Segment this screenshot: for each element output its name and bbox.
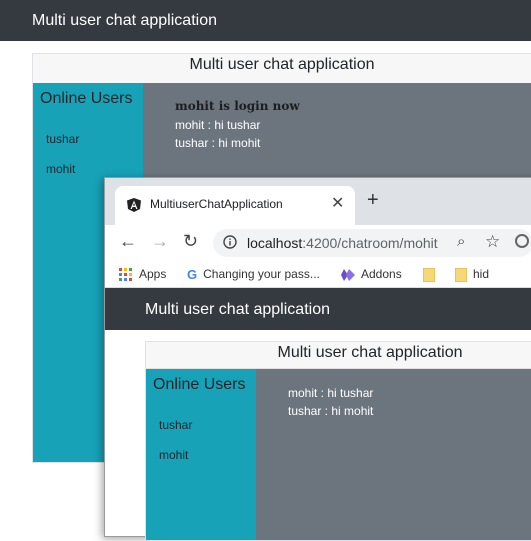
tab-title: MultiuserChatApplication — [150, 197, 283, 211]
card-header: Multi user chat application — [33, 54, 531, 84]
info-icon[interactable] — [223, 235, 237, 249]
chat-message: tushar : hi mohit — [175, 136, 261, 150]
extension-icon[interactable] — [515, 234, 529, 248]
url-text[interactable]: localhost:4200/chatroom/mohit — [247, 235, 438, 251]
chat-message: mohit : hi tushar — [175, 118, 261, 132]
chat-message: tushar : hi mohit — [288, 404, 374, 418]
bookmark-label: Changing your pass... — [203, 267, 320, 281]
bookmark-apps[interactable]: Apps — [119, 267, 166, 282]
bookmark-google[interactable]: G Changing your pass... — [187, 267, 320, 282]
login-notice: mohit is login now — [175, 99, 300, 113]
bookmarks-bar: Apps G Changing your pass... Addons hid — [105, 261, 531, 288]
top-navbar: Multi user chat application — [0, 0, 531, 41]
google-icon: G — [187, 267, 198, 283]
addons-icon — [341, 268, 355, 281]
inner-chat-messages-panel: mohit : hi tushar tushar : hi mohit — [256, 369, 531, 540]
angular-icon — [127, 198, 141, 212]
online-users-title: Online Users — [40, 90, 133, 107]
close-tab-icon[interactable]: ✕ — [331, 195, 344, 213]
chat-message: mohit : hi tushar — [288, 386, 374, 400]
bookmark-addons[interactable]: Addons — [341, 267, 402, 281]
folder-icon — [423, 267, 435, 282]
back-icon[interactable]: ← — [119, 231, 137, 251]
reload-icon[interactable]: ↻ — [183, 231, 198, 251]
bookmark-hid[interactable]: hid — [455, 267, 489, 282]
inner-online-users-panel: Online Users tushar mohit — [146, 369, 256, 540]
bookmark-star-icon[interactable]: ☆ — [485, 232, 500, 252]
bookmark-label: Apps — [139, 267, 167, 281]
inner-online-users-title: Online Users — [153, 376, 246, 393]
apps-grid-icon — [119, 267, 132, 281]
online-user-mohit[interactable]: mohit — [46, 161, 75, 177]
inner-online-user-mohit[interactable]: mohit — [159, 447, 188, 463]
inner-card-header: Multi user chat application — [146, 342, 531, 369]
forward-icon[interactable]: → — [151, 231, 169, 251]
tab-strip: MultiuserChatApplication ✕ + — [105, 178, 531, 225]
online-user-tushar[interactable]: tushar — [46, 131, 79, 147]
browser-tab[interactable]: MultiuserChatApplication ✕ — [115, 186, 355, 225]
address-bar[interactable]: localhost:4200/chatroom/mohit ⌕ ☆ — [213, 229, 531, 257]
inner-chat-card: Multi user chat application Online Users… — [145, 341, 531, 541]
bookmark-label: Addons — [361, 267, 402, 281]
zoom-icon[interactable]: ⌕ — [457, 233, 465, 250]
url-path: :4200/chatroom/mohit — [302, 235, 438, 251]
url-host: localhost — [247, 235, 303, 251]
inner-navbar: Multi user chat application — [105, 288, 531, 330]
folder-icon — [455, 267, 467, 282]
bookmark-label: hid — [473, 267, 490, 281]
new-tab-icon[interactable]: + — [367, 190, 379, 210]
bookmark-folder[interactable] — [423, 267, 441, 282]
browser-toolbar: ← → ↻ localhost:4200/chatroom/mohit ⌕ ☆ — [105, 225, 531, 261]
navbar-brand[interactable]: Multi user chat application — [32, 11, 217, 31]
inner-navbar-brand[interactable]: Multi user chat application — [145, 300, 330, 320]
inner-online-user-tushar[interactable]: tushar — [159, 417, 192, 433]
browser-window: MultiuserChatApplication ✕ + ← → ↻ local… — [104, 177, 531, 541]
